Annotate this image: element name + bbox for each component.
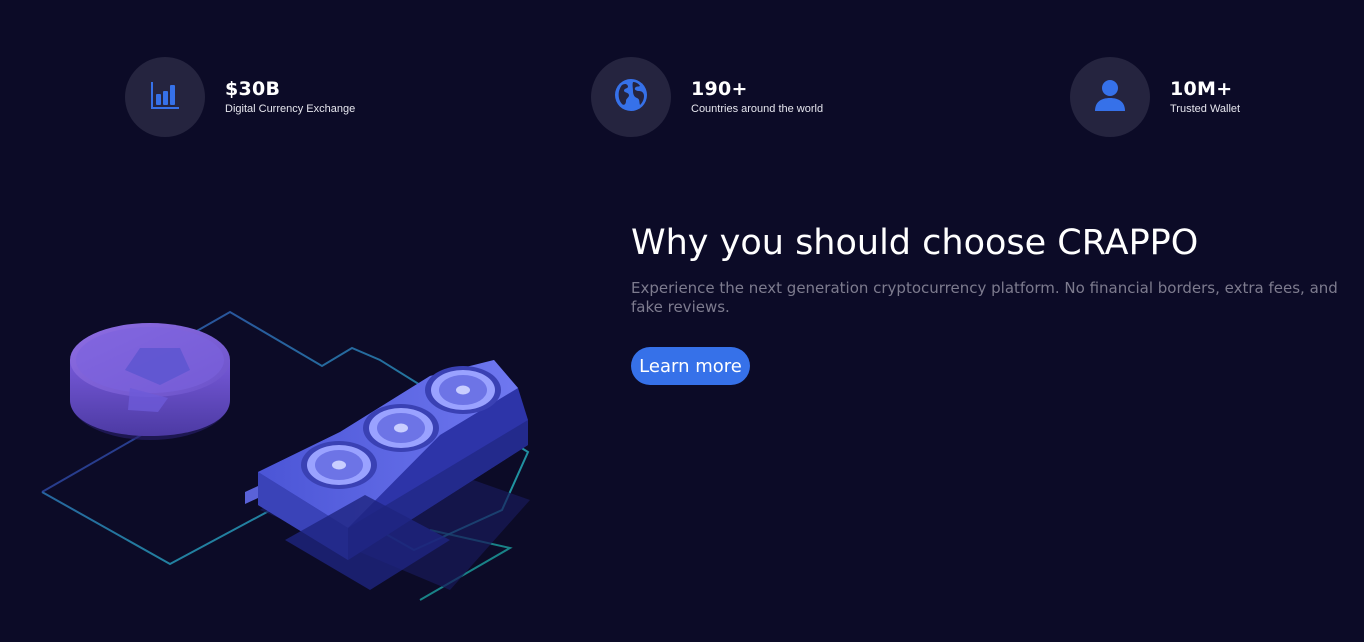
stat-label: Countries around the world bbox=[691, 103, 824, 115]
stat-icon-circle bbox=[125, 57, 205, 137]
section-title: Why you should choose CRAPPO bbox=[631, 223, 1199, 263]
stat-text: $30B Digital Currency Exchange bbox=[225, 78, 355, 116]
user-icon bbox=[1092, 77, 1128, 117]
section-description: Experience the next generation cryptocur… bbox=[631, 279, 1338, 316]
stat-text: 10M+ Trusted Wallet bbox=[1170, 78, 1240, 116]
globe-icon bbox=[613, 77, 649, 117]
bar-chart-icon bbox=[149, 79, 181, 115]
stat-value: $30B bbox=[225, 78, 281, 100]
stat-text: 190+ Countries around the world bbox=[691, 78, 823, 116]
stat-label: Trusted Wallet bbox=[1170, 103, 1241, 115]
mining-illustration bbox=[30, 300, 550, 610]
stat-label: Digital Currency Exchange bbox=[225, 103, 356, 115]
stat-value: 10M+ bbox=[1170, 78, 1233, 100]
stat-icon-circle bbox=[1070, 57, 1150, 137]
page: $30B Digital Currency Exchange 190+ Coun… bbox=[0, 0, 1364, 642]
stat-countries: 190+ Countries around the world bbox=[591, 57, 823, 137]
stat-value: 190+ bbox=[691, 78, 748, 100]
stat-wallet: 10M+ Trusted Wallet bbox=[1070, 57, 1240, 137]
stat-exchange: $30B Digital Currency Exchange bbox=[125, 57, 355, 137]
learn-more-button[interactable]: Learn more bbox=[631, 347, 750, 385]
stat-icon-circle bbox=[591, 57, 671, 137]
